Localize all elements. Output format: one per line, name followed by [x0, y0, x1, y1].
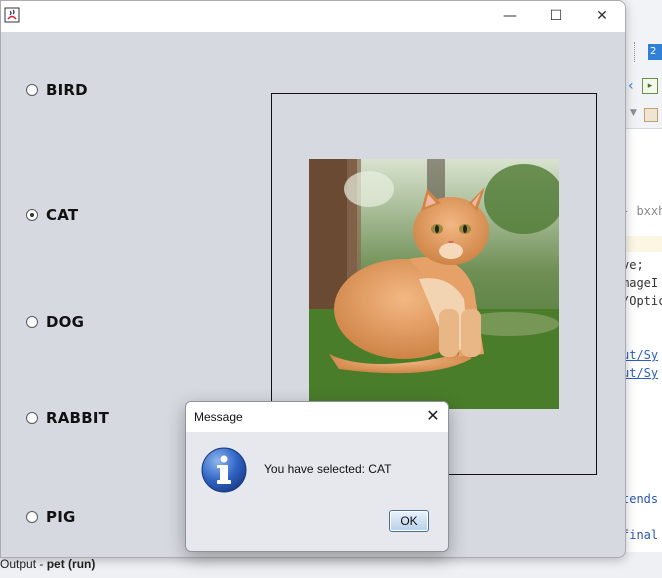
back-arrow-icon[interactable]: ‹: [628, 78, 634, 94]
maximize-button[interactable]: ☐: [533, 5, 579, 27]
code-link[interactable]: ut/Sy: [622, 366, 662, 380]
minimize-button[interactable]: —: [487, 5, 533, 27]
code-line: final: [622, 528, 659, 542]
ok-button[interactable]: OK: [389, 510, 429, 532]
dialog-title: Message: [194, 410, 243, 424]
current-line-highlight: [622, 236, 662, 252]
code-line: /Optic: [622, 294, 662, 308]
info-icon: [201, 447, 247, 493]
radio-button-icon[interactable]: [26, 511, 38, 523]
dialog-message: You have selected: CAT: [264, 462, 392, 476]
radio-label[interactable]: BIRD: [46, 81, 88, 99]
radio-cat[interactable]: CAT: [26, 206, 78, 224]
output-tab-label[interactable]: Output - pet (run): [0, 557, 95, 571]
code-line: ve;: [622, 258, 644, 272]
java-app-icon: [4, 7, 20, 23]
cat-photo: [309, 159, 559, 409]
run-file-icon[interactable]: ▸: [642, 78, 658, 94]
radio-label[interactable]: PIG: [46, 508, 76, 526]
radio-button-icon[interactable]: [26, 84, 38, 96]
radio-label[interactable]: DOG: [46, 313, 84, 331]
ide-tab[interactable]: 2: [648, 44, 662, 60]
radio-button-icon[interactable]: [26, 412, 38, 424]
window-titlebar[interactable]: — ☐ ✕: [1, 1, 625, 32]
radio-rabbit[interactable]: RABBIT: [26, 409, 109, 427]
toolbar-separator: [634, 42, 637, 62]
radio-button-icon[interactable]: [26, 316, 38, 328]
radio-bird[interactable]: BIRD: [26, 81, 88, 99]
radio-dog[interactable]: DOG: [26, 313, 84, 331]
code-line: tends: [622, 492, 659, 506]
code-line: mageI: [622, 276, 659, 290]
code-link[interactable]: ut/Sy: [622, 348, 662, 362]
radio-pig[interactable]: PIG: [26, 508, 76, 526]
message-dialog: Message ✕ You have selected: CAT OK: [185, 401, 449, 552]
dialog-close-icon[interactable]: ✕: [422, 405, 444, 427]
close-button[interactable]: ✕: [579, 5, 625, 27]
dialog-titlebar[interactable]: Message ✕: [186, 402, 448, 432]
code-line: - bxxh: [622, 204, 662, 218]
radio-button-checked-icon[interactable]: [26, 209, 38, 221]
dropdown-arrow-icon[interactable]: ▼: [630, 108, 637, 118]
toolbar-action-icon[interactable]: [644, 108, 658, 122]
radio-label[interactable]: RABBIT: [46, 409, 109, 427]
radio-label[interactable]: CAT: [46, 206, 78, 224]
